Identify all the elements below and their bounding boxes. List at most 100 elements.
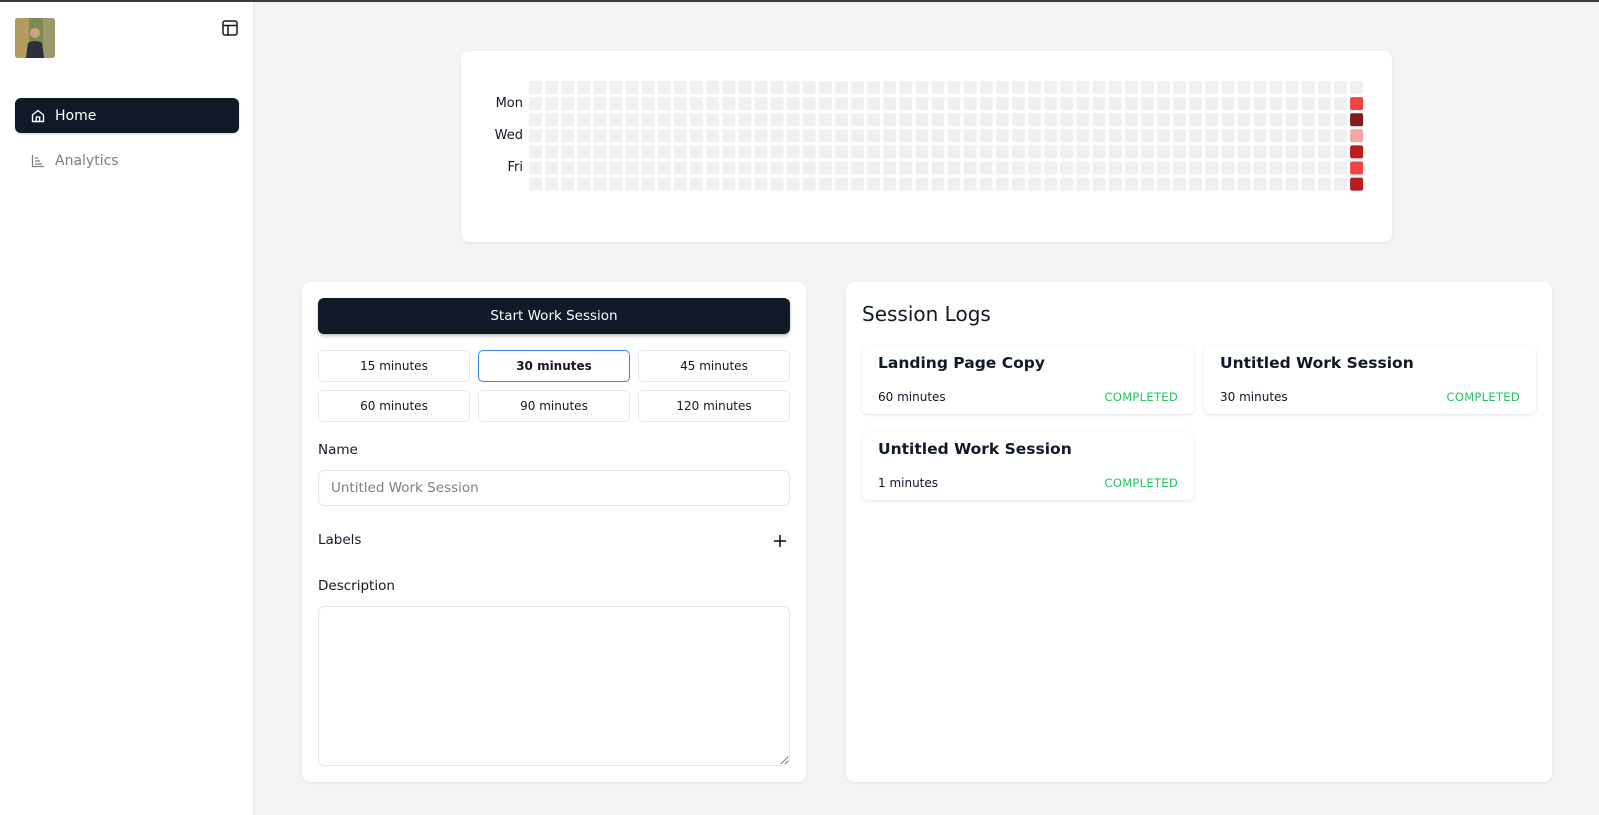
duration-90-button[interactable]: 90 minutes — [478, 390, 630, 422]
home-icon — [31, 109, 45, 122]
heatmap-cell — [1156, 161, 1170, 175]
avatar[interactable] — [15, 18, 55, 58]
duration-30-button[interactable]: 30 minutes — [478, 350, 630, 382]
heatmap-cell — [979, 129, 993, 143]
heatmap-cell — [1028, 129, 1042, 143]
heatmap-cell — [995, 97, 1009, 111]
heatmap-cell — [577, 145, 591, 159]
heatmap-cell — [1189, 113, 1203, 127]
duration-15-button[interactable]: 15 minutes — [318, 350, 470, 382]
heatmap-cell — [1237, 113, 1251, 127]
duration-60-button[interactable]: 60 minutes — [318, 390, 470, 422]
heatmap-cell — [1092, 129, 1106, 143]
heatmap-cell — [1285, 177, 1299, 191]
heatmap-cell — [1350, 177, 1364, 191]
sidebar: Home Analytics — [0, 2, 254, 815]
heatmap-cell — [1173, 177, 1186, 191]
sidebar-item-home[interactable]: Home — [15, 98, 239, 133]
heatmap-cell — [867, 145, 881, 159]
heatmap-cell — [673, 81, 687, 94]
heatmap-cell — [722, 97, 736, 111]
heatmap-cell — [1156, 113, 1170, 127]
heatmap-cell — [1108, 145, 1122, 159]
session-log-status-badge: COMPLETED — [1446, 390, 1520, 404]
heatmap-cell — [931, 97, 945, 111]
heatmap-cell — [995, 129, 1009, 143]
start-work-session-button[interactable]: Start Work Session — [318, 298, 790, 334]
heatmap-cell — [1092, 81, 1106, 94]
heatmap-cell — [802, 161, 816, 175]
heatmap-cell — [1237, 177, 1251, 191]
session-log-title: Landing Page Copy — [878, 354, 1045, 372]
heatmap-cell — [545, 177, 559, 191]
heatmap-cell — [1237, 129, 1251, 143]
session-log-title: Untitled Work Session — [878, 440, 1072, 458]
heatmap-cell — [1012, 129, 1025, 143]
heatmap-cell — [899, 177, 913, 191]
heatmap-cell — [867, 177, 881, 191]
heatmap-cell — [931, 177, 945, 191]
heatmap-cell — [738, 81, 752, 94]
heatmap-cell — [1350, 145, 1364, 159]
heatmap-cell — [706, 161, 720, 175]
heatmap-cell — [593, 161, 607, 175]
heatmap-cell — [851, 81, 864, 94]
heatmap-cell — [529, 113, 542, 127]
heatmap-cell — [722, 161, 736, 175]
heatmap-cell — [979, 97, 993, 111]
heatmap-cell — [1350, 113, 1364, 127]
heatmap-cell — [915, 81, 929, 94]
heatmap-cell — [1301, 113, 1315, 127]
heatmap-cell — [754, 81, 768, 94]
heatmap-cell — [673, 161, 687, 175]
heatmap-cell — [1092, 113, 1106, 127]
heatmap-cell — [1028, 81, 1042, 94]
heatmap-cell — [577, 97, 591, 111]
heatmap-cell — [1253, 113, 1267, 127]
heatmap-cell — [1060, 97, 1074, 111]
heatmap-cell — [593, 129, 607, 143]
heatmap-cell — [625, 177, 639, 191]
duration-120-button[interactable]: 120 minutes — [638, 390, 790, 422]
heatmap-cell — [1076, 177, 1090, 191]
heatmap-cell — [883, 177, 897, 191]
heatmap-cell — [1108, 81, 1122, 94]
sidebar-toggle-icon[interactable] — [221, 19, 239, 37]
name-input[interactable] — [318, 470, 790, 506]
sidebar-item-analytics[interactable]: Analytics — [15, 143, 239, 178]
heatmap-cell — [770, 129, 784, 143]
day-label-mon: Mon — [495, 96, 523, 111]
session-log-item[interactable]: Untitled Work Session 30 minutes COMPLET… — [1204, 346, 1536, 414]
heatmap-cell — [1350, 161, 1364, 175]
session-log-duration: 30 minutes — [1220, 390, 1288, 404]
heatmap-cell — [979, 161, 993, 175]
heatmap-cell — [1334, 129, 1347, 143]
heatmap-cell — [1301, 129, 1315, 143]
heatmap-cell — [899, 129, 913, 143]
heatmap-cell — [995, 113, 1009, 127]
heatmap-cell — [641, 129, 655, 143]
heatmap-cell — [1028, 177, 1042, 191]
heatmap-cell — [1060, 129, 1074, 143]
heatmap-cell — [1076, 161, 1090, 175]
heatmap-cell — [641, 97, 655, 111]
session-log-item[interactable]: Untitled Work Session 1 minutes COMPLETE… — [862, 432, 1194, 500]
heatmap-cell — [834, 177, 848, 191]
heatmap-cell — [561, 81, 575, 94]
heatmap-cell — [995, 161, 1009, 175]
heatmap-cell — [818, 161, 832, 175]
heatmap-cell — [931, 129, 945, 143]
session-log-item[interactable]: Landing Page Copy 60 minutes COMPLETED — [862, 346, 1194, 414]
heatmap-cell — [1285, 113, 1299, 127]
heatmap-cell — [609, 97, 623, 111]
heatmap-cell — [979, 113, 993, 127]
heatmap-cell — [577, 113, 591, 127]
description-textarea[interactable] — [318, 606, 790, 766]
add-label-icon[interactable] — [770, 531, 790, 551]
heatmap-cell — [770, 81, 784, 94]
heatmap-cell — [1140, 161, 1154, 175]
heatmap-cell — [1140, 145, 1154, 159]
duration-45-button[interactable]: 45 minutes — [638, 350, 790, 382]
heatmap-cell — [1092, 97, 1106, 111]
heatmap-cell — [818, 129, 832, 143]
